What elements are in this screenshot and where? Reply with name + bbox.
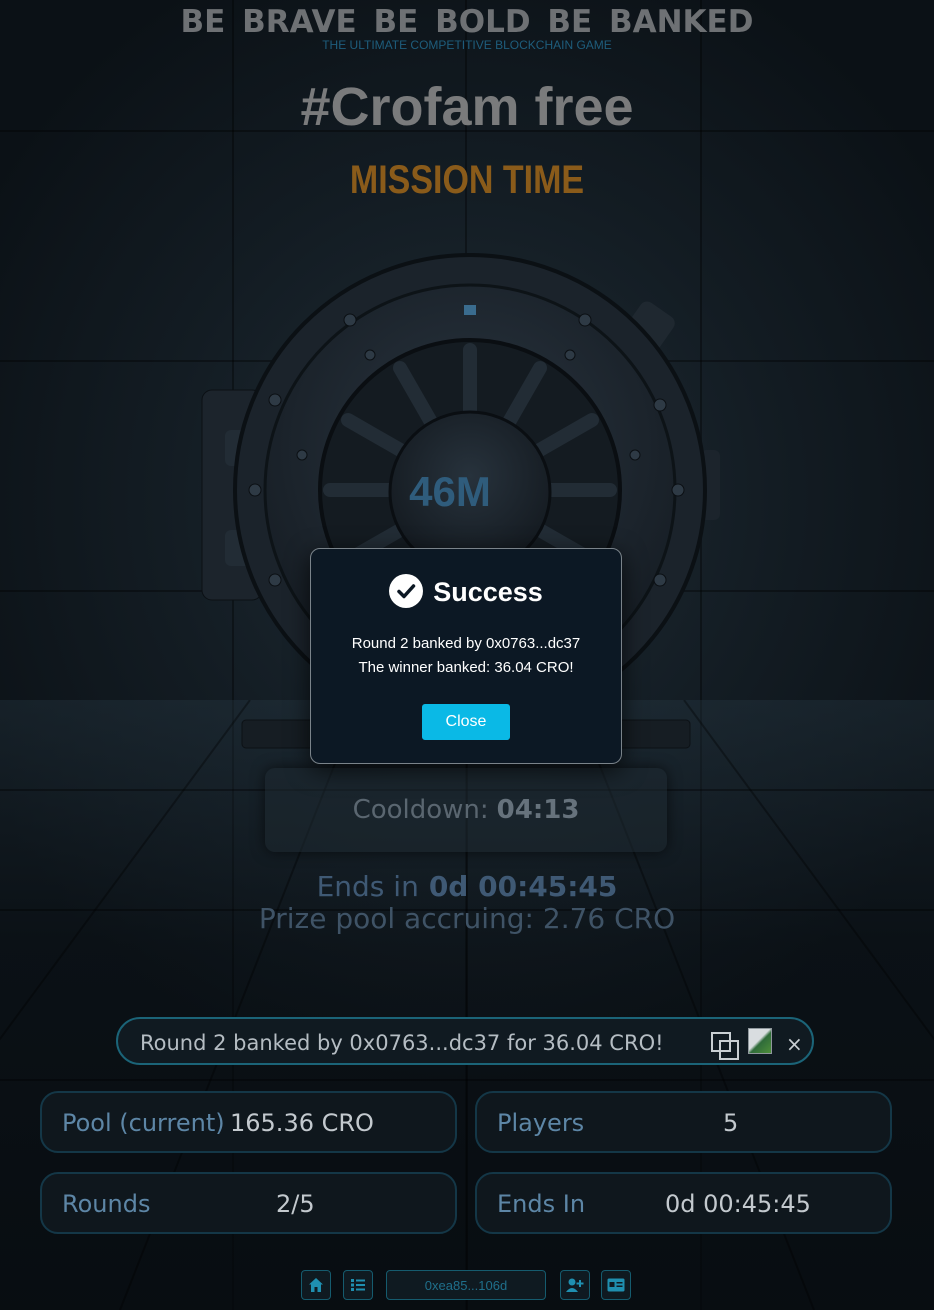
subtitle: THE ULTIMATE COMPETITIVE BLOCKCHAIN GAME: [322, 38, 612, 52]
modal-title: Success: [433, 577, 543, 608]
tagline: BE BRAVE BE BOLD BE BANKED: [180, 4, 754, 40]
success-modal: Success Round 2 banked by 0x0763...dc37 …: [310, 548, 622, 764]
broken-image-icon: [748, 1028, 772, 1054]
wallet-address-button[interactable]: 0xea85...106d: [386, 1270, 546, 1300]
stat-players-label: Players: [497, 1109, 585, 1137]
add-user-button[interactable]: [560, 1270, 590, 1300]
home-icon: [309, 1278, 323, 1292]
list-icon: [351, 1279, 365, 1291]
mission-heading: MISSION TIME: [349, 158, 585, 202]
stat-rounds-label: Rounds: [62, 1190, 151, 1218]
id-card-icon: [607, 1278, 625, 1292]
add-user-icon: [566, 1278, 584, 1292]
stat-pool-label: Pool (current): [62, 1109, 225, 1137]
prize-pool-line: Prize pool accruing: 2.76 CRO: [258, 902, 676, 935]
close-button[interactable]: Close: [422, 704, 510, 740]
cooldown-panel: Cooldown: 04:13: [265, 768, 667, 852]
cooldown-label: Cooldown:: [352, 795, 489, 825]
ends-in-label: Ends in: [316, 870, 419, 903]
list-button[interactable]: [343, 1270, 373, 1300]
stat-ends-in: Ends In 0d 00:45:45: [475, 1172, 892, 1234]
copy-icon[interactable]: [710, 1031, 742, 1061]
bottom-nav: 0xea85...106d: [0, 1270, 934, 1302]
game-title: #Crofam free: [300, 77, 634, 137]
check-circle-icon: [389, 574, 424, 608]
stat-ends-in-value: 0d 00:45:45: [665, 1190, 811, 1218]
modal-title-row: Success: [311, 574, 621, 611]
stat-rounds-value: 2/5: [276, 1190, 315, 1218]
ends-in-line: Ends in 0d 00:45:45: [0, 870, 934, 903]
modal-message-line2: The winner banked: 36.04 CRO!: [358, 659, 574, 676]
home-button[interactable]: [301, 1270, 331, 1300]
vault-counter: 46M: [409, 468, 491, 515]
cooldown-value: 04:13: [496, 795, 580, 825]
stat-pool: Pool (current) 165.36 CRO: [40, 1091, 457, 1153]
banked-notification-bar: Round 2 banked by 0x0763...dc37 for 36.0…: [116, 1017, 814, 1065]
stat-rounds: Rounds 2/5: [40, 1172, 457, 1234]
notification-text: Round 2 banked by 0x0763...dc37 for 36.0…: [140, 1031, 664, 1055]
id-card-button[interactable]: [601, 1270, 631, 1300]
stat-ends-in-label: Ends In: [497, 1190, 586, 1218]
close-notification-button[interactable]: ×: [786, 1032, 803, 1056]
modal-message-line1: Round 2 banked by 0x0763...dc37: [351, 635, 581, 652]
stat-pool-value: 165.36 CRO: [230, 1109, 374, 1137]
stat-players: Players 5: [475, 1091, 892, 1153]
ends-in-value: 0d 00:45:45: [428, 870, 618, 903]
stat-players-value: 5: [723, 1109, 739, 1137]
